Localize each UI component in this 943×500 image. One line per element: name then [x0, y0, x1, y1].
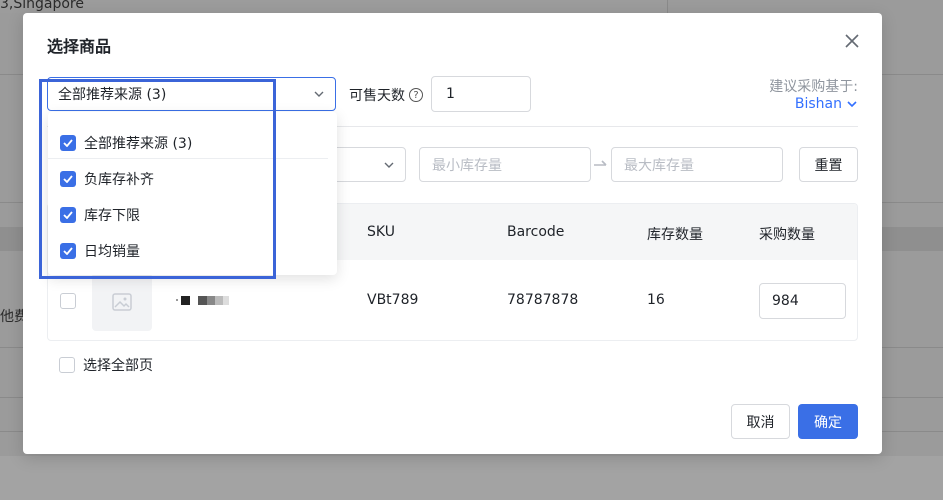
- reset-button[interactable]: 重置: [799, 147, 858, 182]
- cell-barcode: 78787878: [507, 292, 579, 308]
- suggest-store-value: Bishan: [794, 96, 842, 112]
- product-name-redacted: [176, 295, 230, 305]
- confirm-button[interactable]: 确定: [798, 404, 858, 439]
- column-header-barcode: Barcode: [507, 224, 565, 240]
- product-thumbnail: [92, 273, 152, 331]
- cell-stock: 16: [647, 292, 665, 308]
- close-icon[interactable]: [842, 31, 862, 51]
- max-stock-input[interactable]: 最大库存量: [611, 147, 783, 182]
- image-placeholder-icon: [112, 293, 132, 311]
- modal-title: 选择商品: [47, 37, 112, 56]
- cell-sku: VBt789: [367, 292, 419, 308]
- select-all-label: 选择全部页: [83, 358, 153, 374]
- background-footer: [0, 456, 943, 500]
- suggest-store-select[interactable]: Bishan: [795, 96, 858, 112]
- background-address: 3,Singapore: [0, 0, 84, 12]
- purchase-qty-input[interactable]: 984: [759, 283, 846, 319]
- chevron-down-icon: [384, 162, 394, 168]
- sellable-days-label: 可售天数 ?: [349, 85, 423, 105]
- column-header-stock: 库存数量: [647, 227, 703, 243]
- chevron-down-icon: [847, 101, 857, 108]
- background-cell: 3,Singapore: [0, 0, 668, 13]
- highlight-annotation-box: [39, 79, 276, 279]
- sellable-days-text: 可售天数: [349, 88, 405, 104]
- select-all-pages[interactable]: 选择全部页: [59, 355, 153, 375]
- select-all-checkbox[interactable]: [59, 357, 75, 373]
- help-icon[interactable]: ?: [409, 88, 423, 102]
- cancel-button[interactable]: 取消: [731, 404, 790, 439]
- arrow-right-icon: [594, 160, 607, 166]
- column-header-purchase-qty: 采购数量: [759, 227, 815, 243]
- min-stock-input[interactable]: 最小库存量: [419, 147, 591, 182]
- row-checkbox[interactable]: [60, 293, 76, 309]
- column-header-sku: SKU: [367, 224, 395, 240]
- chevron-down-icon: [314, 91, 324, 97]
- sellable-days-input[interactable]: 1: [431, 76, 531, 112]
- suggest-purchase-label: 建议采购基于:: [769, 79, 858, 95]
